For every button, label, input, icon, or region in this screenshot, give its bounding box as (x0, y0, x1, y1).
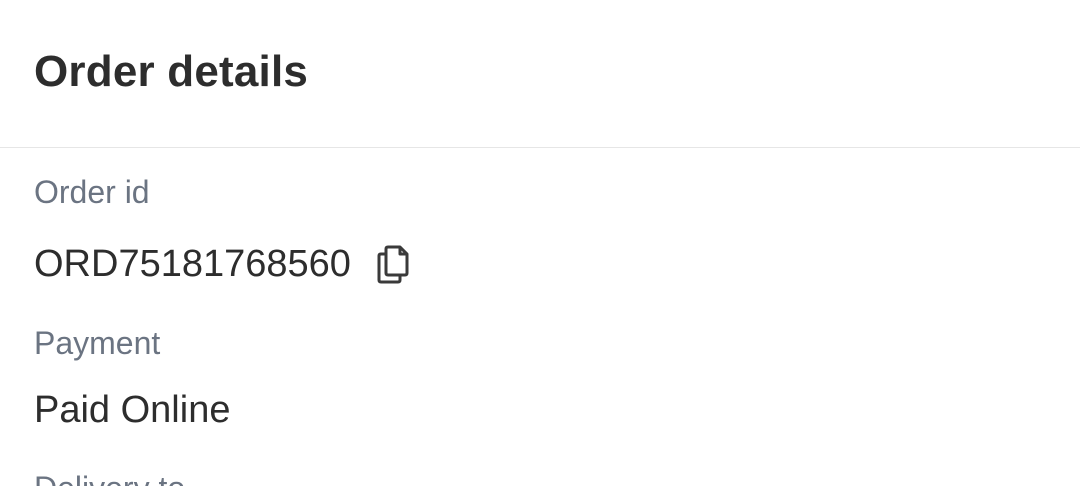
payment-value: Paid Online (34, 389, 231, 431)
copy-icon (377, 245, 409, 284)
copy-order-id-button[interactable] (375, 243, 411, 285)
order-id-row: ORD75181768560 (34, 238, 411, 290)
delivery-label: Delivery to (34, 470, 185, 486)
order-details-page: Order details Order id ORD75181768560 Pa… (0, 0, 1080, 486)
order-id-label: Order id (34, 174, 150, 210)
order-id-value: ORD75181768560 (34, 242, 351, 285)
header: Order details (0, 0, 1080, 148)
payment-label: Payment (34, 325, 161, 361)
page-title: Order details (34, 47, 309, 96)
